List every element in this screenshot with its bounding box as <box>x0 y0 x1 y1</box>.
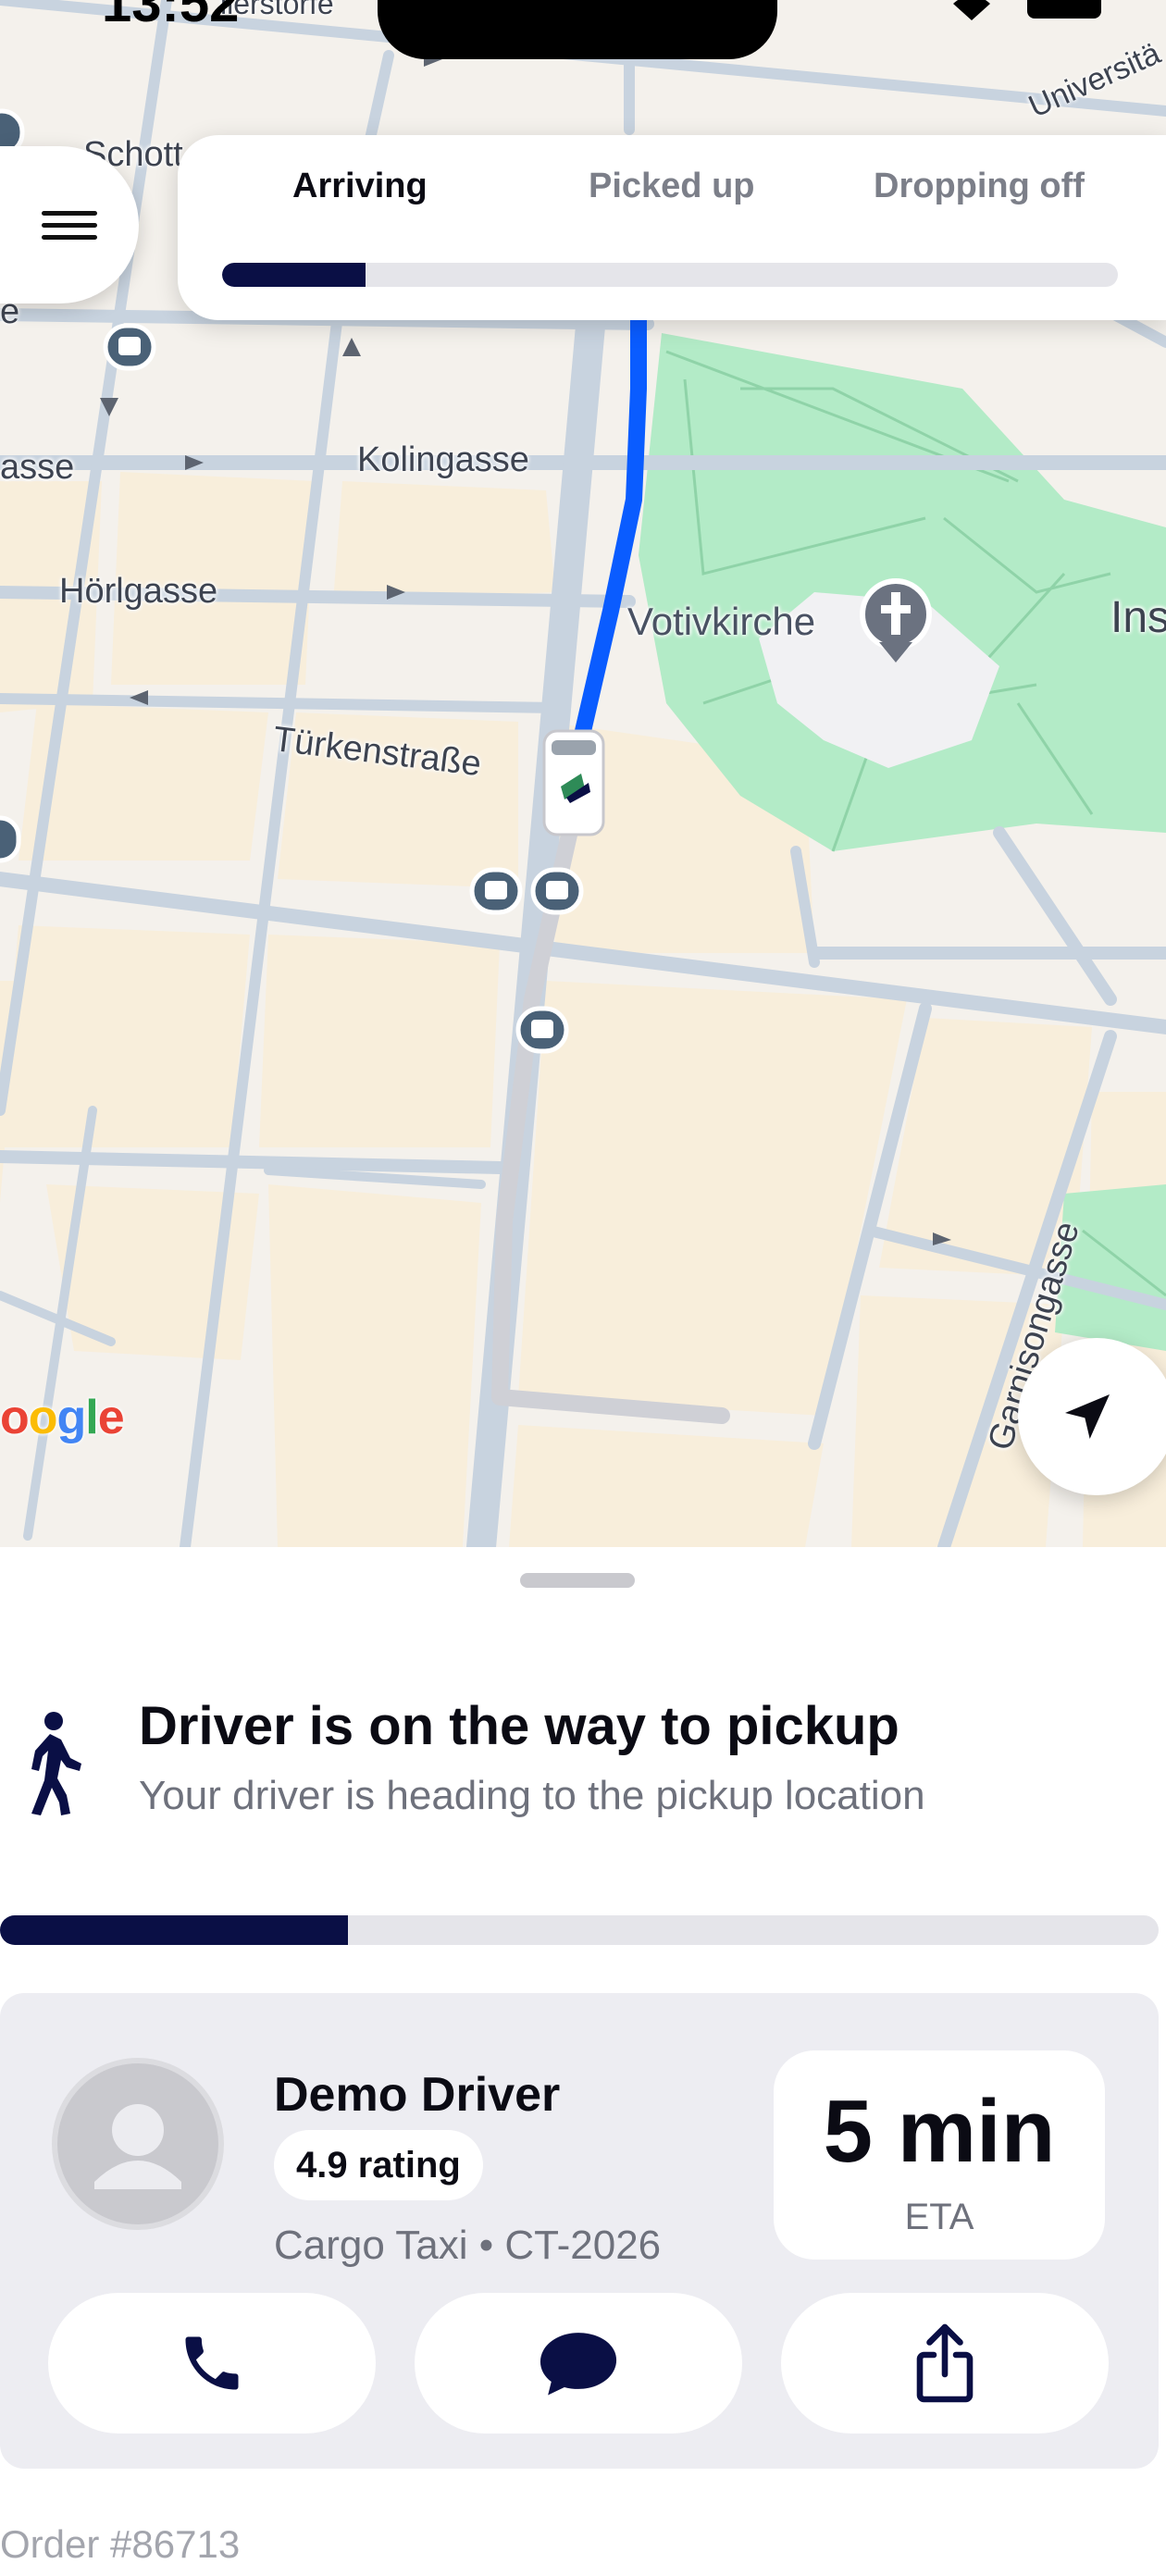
person-placeholder-icon <box>94 2104 181 2189</box>
street-label-ins: Ins <box>1110 593 1166 642</box>
message-driver-button[interactable] <box>415 2293 742 2434</box>
vehicle-info: Cargo Taxi • CT-2026 <box>274 2223 662 2268</box>
driver-card: Demo Driver 4.9 rating Cargo Taxi • CT-2… <box>0 1993 1159 2469</box>
trip-progress-bar <box>222 263 1118 287</box>
eta-label: ETA <box>904 2197 974 2237</box>
street-label-horlgasse: Hörlgasse <box>59 572 218 611</box>
driver-avatar[interactable] <box>52 2058 224 2230</box>
street-label-kolingasse: Kolingasse <box>357 440 529 479</box>
hamburger-icon <box>42 204 97 247</box>
trip-progress-card: Arriving Picked up Dropping off <box>178 135 1166 320</box>
walking-person-icon <box>31 1712 81 1815</box>
trip-steps: Arriving Picked up Dropping off <box>178 167 1166 222</box>
status-bar-time: 13:52 <box>102 0 240 33</box>
trip-step-dropping-off: Dropping off <box>874 167 1085 205</box>
street-label-asse: asse <box>0 448 75 487</box>
map-view[interactable]: Schott e asse Kolingasse Hörlgasse Votiv… <box>0 0 1166 1547</box>
eta-box: 5 min ETA <box>774 2050 1105 2260</box>
chat-bubble-icon <box>540 2333 617 2396</box>
trip-status-headline: Driver is on the way to pickup <box>139 1696 899 1756</box>
map-poi-votivkirche[interactable]: Votivkirche <box>627 600 815 644</box>
pickup-progress-bar <box>0 1915 1159 1945</box>
call-driver-button[interactable] <box>48 2293 376 2434</box>
phone-icon <box>185 2336 239 2390</box>
navigation-arrow-icon <box>1065 1394 1110 1439</box>
trip-progress-fill <box>222 263 366 287</box>
driver-name: Demo Driver <box>274 2068 561 2122</box>
pickup-progress-fill <box>0 1915 348 1945</box>
trip-status-subline: Your driver is heading to the pickup loc… <box>139 1773 925 1818</box>
sheet-drag-handle[interactable] <box>520 1573 635 1588</box>
google-logo: oogle <box>0 1391 125 1444</box>
order-number: Order #86713 <box>0 2522 241 2566</box>
recenter-button[interactable] <box>1018 1338 1166 1495</box>
device-notch <box>378 0 777 59</box>
trip-details-sheet[interactable]: Driver is on the way to pickup Your driv… <box>0 1547 1166 2576</box>
eta-value: 5 min <box>823 2082 1056 2181</box>
trip-step-picked-up: Picked up <box>589 167 755 205</box>
driver-rating-badge: 4.9 rating <box>274 2130 483 2200</box>
trip-step-arriving: Arriving <box>292 167 428 205</box>
share-icon <box>916 2323 974 2403</box>
share-trip-button[interactable] <box>781 2293 1109 2434</box>
